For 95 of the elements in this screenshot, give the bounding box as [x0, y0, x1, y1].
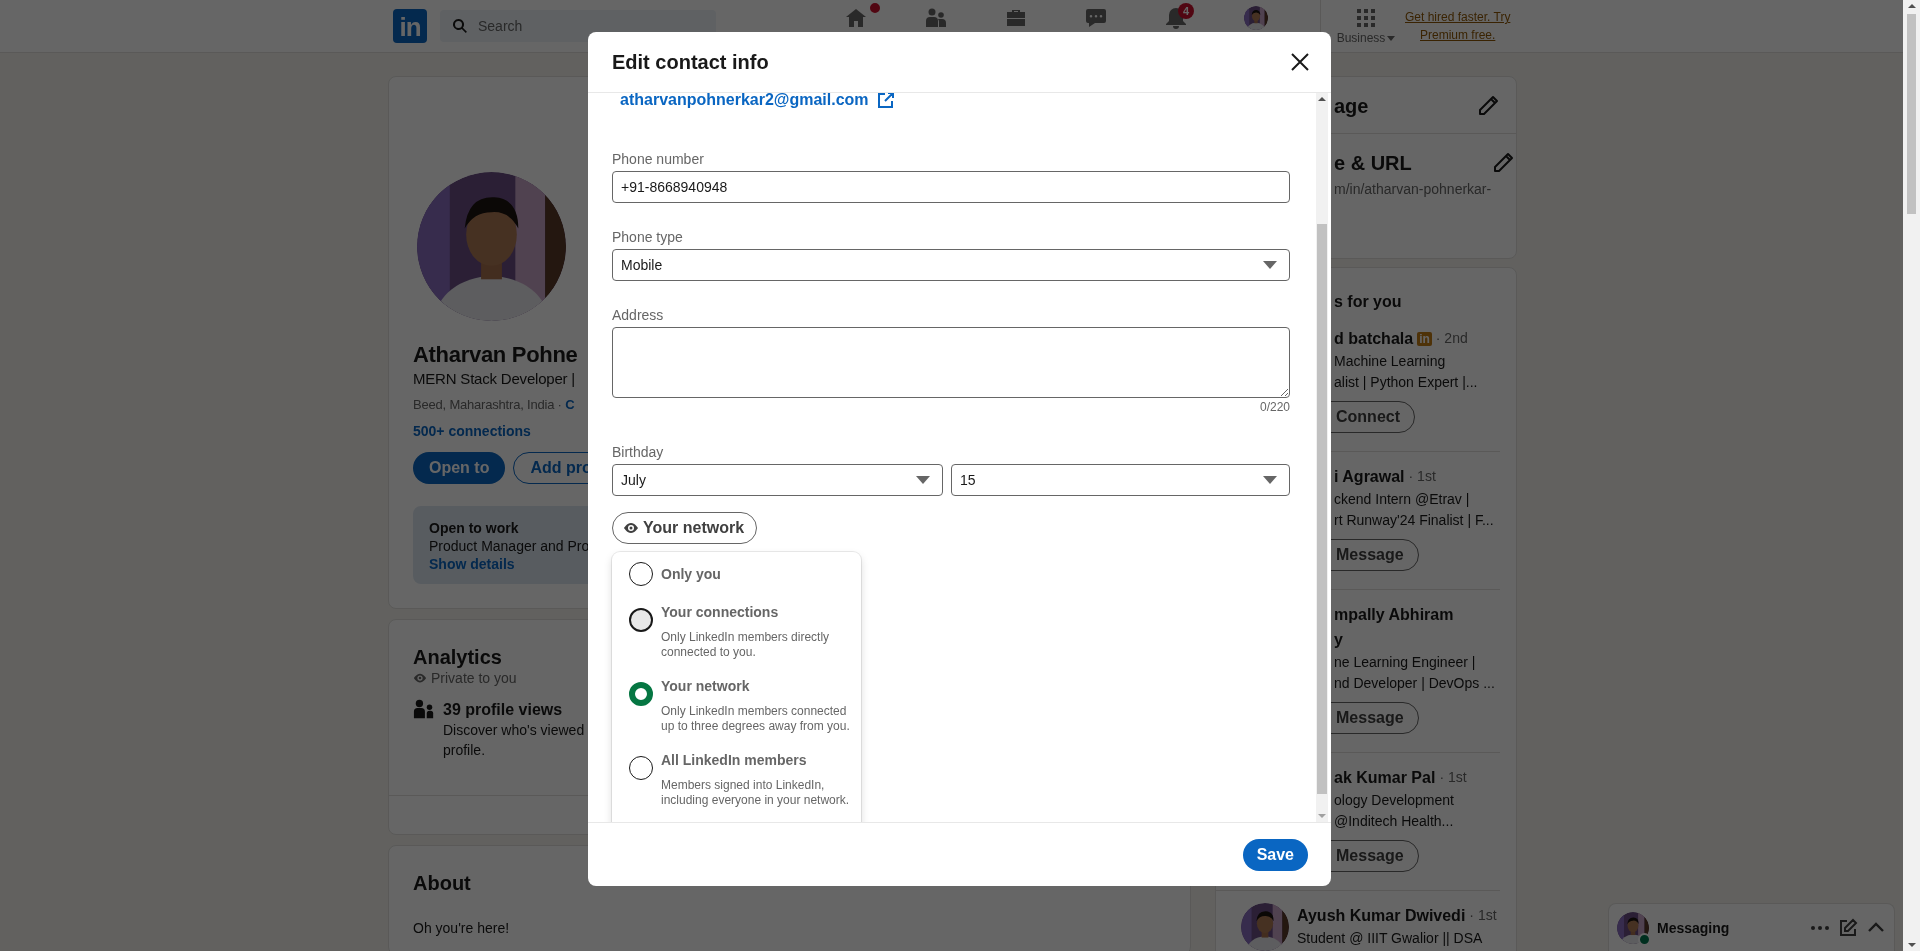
address-field[interactable] [612, 327, 1290, 398]
dropdown[interactable]: July [612, 464, 943, 496]
settings-title: age [1334, 94, 1369, 119]
eye-icon [623, 520, 639, 536]
connection-degree: · 1st [1469, 906, 1497, 925]
more-icon[interactable] [1810, 925, 1830, 930]
option-description: connected to you. [661, 645, 757, 660]
person-name[interactable]: y [1334, 627, 1343, 652]
person-headline: Machine Learning [1334, 352, 1446, 371]
scrollbar-thumb[interactable] [1317, 224, 1327, 794]
people-icon [413, 698, 435, 720]
logo[interactable]: in [393, 9, 427, 43]
save-button[interactable]: Save [1242, 838, 1308, 871]
premium-link[interactable]: Get hired faster. Try Premium free. [1405, 8, 1511, 44]
field-label: Birthday [612, 443, 665, 462]
field-label: Phone number [612, 150, 705, 169]
option-description: Only LinkedIn members connected [661, 704, 848, 719]
visibility-option[interactable]: Your connections Only LinkedIn members directly connected to you. [629, 602, 845, 660]
radio-button[interactable] [629, 682, 653, 706]
contact-info-link[interactable]: C [565, 397, 575, 412]
privacy-label: Private to you [431, 670, 517, 686]
person-headline: @Inditech Health... [1334, 812, 1454, 831]
option-label: All LinkedIn members [661, 751, 808, 770]
pencil-icon[interactable] [1476, 94, 1500, 118]
home-icon[interactable] [844, 6, 868, 30]
show-details-link[interactable]: Show details [429, 556, 515, 572]
connection-degree: · 1st [1439, 768, 1467, 787]
option-label: Only you [661, 565, 721, 584]
person-headline: Student @ IIIT Gwalior || DSA [1297, 929, 1483, 948]
person-headline: ckend Intern @Etrav | [1334, 490, 1470, 509]
external-link-icon[interactable] [876, 93, 895, 109]
radio-button[interactable] [629, 608, 653, 632]
person-name[interactable]: ak Kumar Pal [1334, 765, 1436, 790]
notification-badge: 4 [1178, 3, 1194, 19]
visibility-option[interactable]: Only you [629, 564, 845, 586]
messaging-bar[interactable]: Messaging [1608, 903, 1895, 951]
person-headline: rt Runway'24 Finalist | F... [1334, 511, 1494, 530]
character-counter: 0/220 [1258, 399, 1290, 415]
person-headline: nd Developer | DevOps ... [1334, 674, 1495, 693]
analytics-title[interactable]: 39 profile views [443, 700, 563, 720]
email-link[interactable]: atharvanpohnerkar2@gmail.com [620, 93, 869, 110]
business-menu[interactable]: Business [1335, 0, 1397, 52]
radio-button[interactable] [629, 756, 653, 780]
grid-icon [1354, 6, 1378, 30]
people-icon[interactable] [924, 6, 948, 30]
profile-headline: MERN Stack Developer | [413, 369, 576, 389]
profile-name: Atharvan Pohne [413, 341, 578, 369]
option-description: Members signed into LinkedIn, [661, 778, 826, 793]
analytics-description: Discover who's viewed [443, 721, 585, 740]
dropdown[interactable]: Mobile [612, 249, 1290, 281]
caret-icon [1263, 476, 1277, 484]
settings-title: e & URL [1334, 151, 1412, 176]
profile-button[interactable]: Open to [413, 452, 506, 484]
dropdown[interactable]: 15 [951, 464, 1290, 496]
field-label: Address [612, 306, 665, 325]
open-to-work-title: Open to work [429, 519, 519, 537]
scrollbar-thumb[interactable] [1907, 14, 1916, 214]
person-headline: ology Development [1334, 791, 1454, 810]
pencil-icon[interactable] [1491, 151, 1516, 175]
option-description: up to three degrees away from you. [661, 719, 850, 734]
connections-link[interactable]: 500+ connections [413, 421, 531, 441]
caret-icon [1387, 35, 1396, 41]
chat-icon[interactable] [1084, 6, 1108, 30]
person-name[interactable]: Ayush Kumar Dwivedi [1297, 903, 1466, 928]
option-description: including everyone in your network. [661, 793, 850, 808]
person-name[interactable]: mpally Abhiram [1334, 602, 1454, 627]
scrollbar[interactable] [1316, 93, 1328, 822]
analytics-description: profile. [443, 741, 486, 760]
person-headline: ne Learning Engineer | [1334, 653, 1476, 672]
radio-button[interactable] [629, 562, 653, 586]
about-text: Oh you're here! [413, 919, 510, 938]
premium-badge: in [1417, 331, 1432, 346]
compose-icon[interactable] [1838, 917, 1858, 938]
input-field[interactable]: +91-8668940948 [612, 171, 1290, 203]
person-name[interactable]: i Agrawal [1334, 464, 1405, 489]
visibility-button[interactable]: Your network [612, 512, 758, 544]
profile-location: Beed, Maharashtra, India · [413, 397, 562, 412]
option-label: Your connections [661, 603, 780, 622]
eye-icon [413, 671, 427, 685]
option-description: Only LinkedIn members directly [661, 630, 830, 645]
connection-degree: · 2nd [1435, 329, 1468, 348]
person-name[interactable]: d batchala [1334, 326, 1414, 351]
messaging-title: Messaging [1657, 919, 1731, 936]
search-icon [452, 18, 468, 34]
person-headline: alist | Python Expert |... [1334, 373, 1478, 392]
profile-url: m/in/atharvan-pohnerkar- [1334, 180, 1492, 198]
section-title: s for you [1333, 292, 1402, 312]
field-label: Phone type [612, 228, 684, 247]
caret-icon [1263, 261, 1277, 269]
section-title: About [413, 871, 471, 896]
caret-icon [916, 476, 930, 484]
dialog-title: Edit contact info [612, 50, 769, 74]
section-title: Analytics [413, 645, 502, 670]
connection-degree: · 1st [1408, 467, 1436, 486]
option-label: Your network [661, 677, 751, 696]
